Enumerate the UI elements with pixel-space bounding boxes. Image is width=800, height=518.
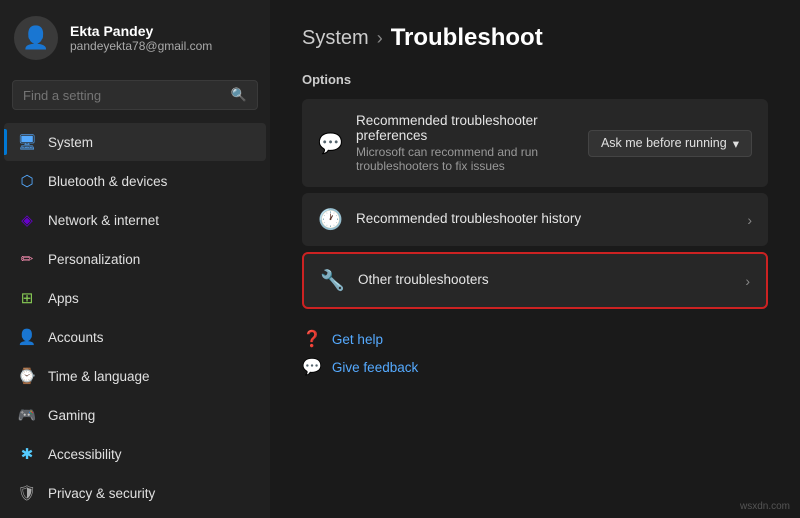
network-icon: ◈: [18, 211, 36, 229]
sidebar-label-accounts: Accounts: [48, 330, 104, 345]
link-give-feedback[interactable]: 💬 Give feedback: [302, 357, 418, 377]
option-title-recommended-prefs: Recommended troubleshooter preferences: [356, 113, 574, 143]
sidebar-item-accounts[interactable]: 👤 Accounts: [4, 318, 266, 356]
breadcrumb: System › Troubleshoot: [302, 24, 768, 52]
sidebar-item-system[interactable]: 🖥 System: [4, 123, 266, 161]
option-card-other-troubleshooters[interactable]: 🔧 Other troubleshooters ›: [302, 252, 768, 309]
user-email: pandeyekta78@gmail.com: [70, 39, 212, 53]
sidebar: 👤 Ekta Pandey pandeyekta78@gmail.com 🔍 🖥…: [0, 0, 270, 518]
option-icon-recommended-history: 🕐: [318, 207, 342, 232]
search-icon: 🔍: [231, 87, 247, 103]
option-text-recommended-prefs: Recommended troubleshooter preferences M…: [356, 113, 574, 173]
sidebar-item-privacy[interactable]: 🛡 Privacy & security: [4, 474, 266, 512]
sidebar-label-network: Network & internet: [48, 213, 159, 228]
sidebar-label-time: Time & language: [48, 369, 150, 384]
personalization-icon: ✏: [18, 250, 36, 268]
avatar: 👤: [14, 16, 58, 60]
sidebar-label-system: System: [48, 135, 93, 150]
link-label-give-feedback: Give feedback: [332, 360, 418, 375]
sidebar-label-personalization: Personalization: [48, 252, 140, 267]
link-label-get-help: Get help: [332, 332, 383, 347]
option-card-recommended-prefs[interactable]: 💬 Recommended troubleshooter preferences…: [302, 99, 768, 187]
user-icon: 👤: [22, 25, 49, 51]
sidebar-item-apps[interactable]: ⊞ Apps: [4, 279, 266, 317]
option-text-other-troubleshooters: Other troubleshooters: [358, 272, 731, 289]
option-icon-recommended-prefs: 💬: [318, 131, 342, 156]
option-title-other-troubleshooters: Other troubleshooters: [358, 272, 731, 287]
user-info: Ekta Pandey pandeyekta78@gmail.com: [70, 23, 212, 53]
system-icon: 🖥: [18, 133, 36, 151]
option-text-recommended-history: Recommended troubleshooter history: [356, 211, 733, 228]
sidebar-item-time[interactable]: ⌚ Time & language: [4, 357, 266, 395]
nav-list: 🖥 System ⬡ Bluetooth & devices ◈ Network…: [0, 122, 270, 518]
sidebar-label-privacy: Privacy & security: [48, 486, 155, 501]
option-action-recommended-prefs: Ask me before running ▾: [588, 130, 752, 157]
sidebar-item-network[interactable]: ◈ Network & internet: [4, 201, 266, 239]
search-box[interactable]: 🔍: [12, 80, 258, 110]
main-content: System › Troubleshoot Options 💬 Recommen…: [270, 0, 800, 518]
sidebar-label-accessibility: Accessibility: [48, 447, 122, 462]
sidebar-label-apps: Apps: [48, 291, 79, 306]
gaming-icon: 🎮: [18, 406, 36, 424]
option-desc-recommended-prefs: Microsoft can recommend and run troubles…: [356, 145, 574, 173]
breadcrumb-current: Troubleshoot: [391, 24, 543, 52]
sidebar-item-accessibility[interactable]: ✱ Accessibility: [4, 435, 266, 473]
sidebar-item-personalization[interactable]: ✏ Personalization: [4, 240, 266, 278]
links-section: ❓ Get help 💬 Give feedback: [302, 329, 768, 377]
sidebar-item-gaming[interactable]: 🎮 Gaming: [4, 396, 266, 434]
watermark: wsxdn.com: [740, 501, 790, 512]
accessibility-icon: ✱: [18, 445, 36, 463]
user-name: Ekta Pandey: [70, 23, 212, 39]
link-icon-get-help: ❓: [302, 329, 322, 349]
breadcrumb-parent: System: [302, 27, 369, 50]
chevron-right-icon: ›: [747, 212, 752, 228]
privacy-icon: 🛡: [18, 484, 36, 502]
option-action-other-troubleshooters: ›: [745, 273, 750, 289]
option-action-recommended-history: ›: [747, 212, 752, 228]
section-label: Options: [302, 72, 768, 87]
apps-icon: ⊞: [18, 289, 36, 307]
options-list: 💬 Recommended troubleshooter preferences…: [302, 99, 768, 309]
sidebar-label-bluetooth: Bluetooth & devices: [48, 174, 167, 189]
chevron-right-icon: ›: [745, 273, 750, 289]
option-title-recommended-history: Recommended troubleshooter history: [356, 211, 733, 226]
breadcrumb-separator: ›: [377, 28, 383, 49]
sidebar-item-bluetooth[interactable]: ⬡ Bluetooth & devices: [4, 162, 266, 200]
user-profile: 👤 Ekta Pandey pandeyekta78@gmail.com: [0, 0, 270, 76]
bluetooth-icon: ⬡: [18, 172, 36, 190]
sidebar-label-gaming: Gaming: [48, 408, 95, 423]
option-card-recommended-history[interactable]: 🕐 Recommended troubleshooter history ›: [302, 193, 768, 246]
sidebar-item-update[interactable]: ↻ Windows Update: [4, 513, 266, 518]
option-icon-other-troubleshooters: 🔧: [320, 268, 344, 293]
accounts-icon: 👤: [18, 328, 36, 346]
dropdown-btn-recommended-prefs[interactable]: Ask me before running ▾: [588, 130, 752, 157]
link-get-help[interactable]: ❓ Get help: [302, 329, 383, 349]
time-icon: ⌚: [18, 367, 36, 385]
search-input[interactable]: [23, 88, 223, 103]
chevron-down-icon: ▾: [733, 136, 739, 151]
link-icon-give-feedback: 💬: [302, 357, 322, 377]
